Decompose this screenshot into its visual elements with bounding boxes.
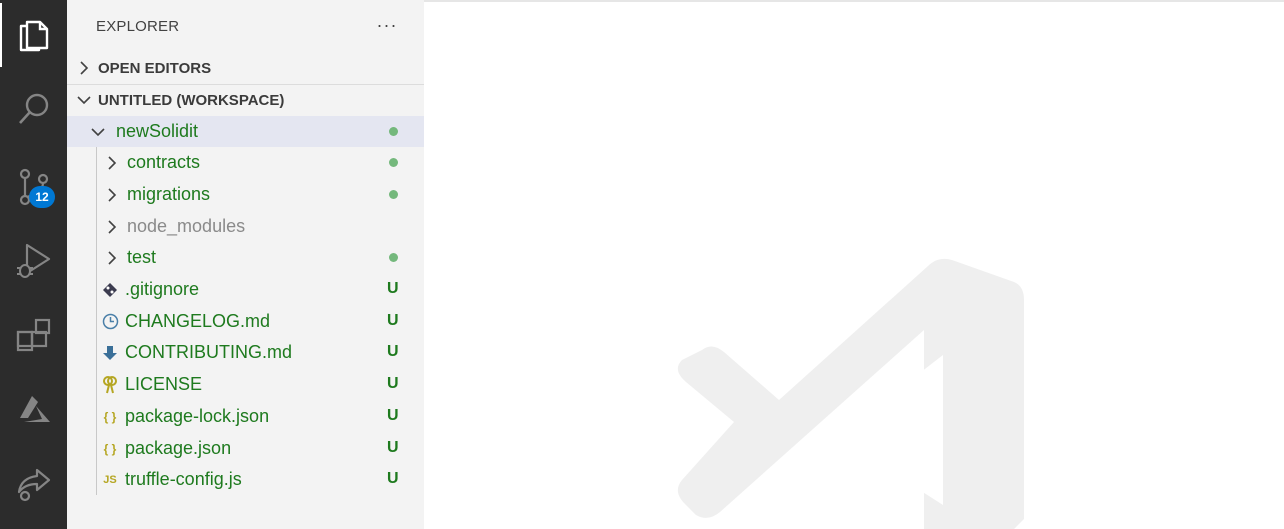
tree-label: CONTRIBUTING.md xyxy=(125,342,293,362)
tree-file-contributing[interactable]: CONTRIBUTING.md U xyxy=(67,337,424,368)
modified-dot xyxy=(389,158,398,167)
explorer-sidebar: EXPLORER ··· OPEN EDITORS UNTITLED (WORK… xyxy=(67,0,424,529)
chevron-right-icon xyxy=(67,61,98,75)
tree-file-gitignore[interactable]: .gitignore U xyxy=(67,274,424,305)
untracked-status: U xyxy=(387,470,399,487)
tree-file-truffle-config[interactable]: JS truffle-config.js U xyxy=(67,464,424,495)
live-share-activity[interactable] xyxy=(0,452,67,516)
js-icon: JS xyxy=(103,473,117,486)
extensions-activity[interactable] xyxy=(0,304,67,368)
tree-label: truffle-config.js xyxy=(125,469,242,489)
search-icon xyxy=(18,93,48,124)
chevron-right-icon xyxy=(103,250,121,265)
clock-icon xyxy=(101,313,119,330)
explorer-title: EXPLORER xyxy=(96,18,180,35)
more-actions-button[interactable]: ··· xyxy=(372,12,402,38)
tree-label: package.json xyxy=(125,438,232,458)
download-arrow-icon xyxy=(101,345,119,361)
activity-bar: 12 xyxy=(0,0,67,529)
chevron-down-icon xyxy=(89,127,107,137)
chevron-right-icon xyxy=(103,155,121,170)
json-icon: { } xyxy=(103,441,117,456)
open-editors-section[interactable]: OPEN EDITORS xyxy=(67,53,424,83)
untracked-status: U xyxy=(387,375,399,392)
tree-folder-test[interactable]: test xyxy=(67,242,424,273)
tree-label: package-lock.json xyxy=(125,406,270,426)
modified-dot xyxy=(389,190,398,199)
json-icon: { } xyxy=(103,409,117,424)
vscode-watermark-logo xyxy=(677,258,1024,529)
search-activity[interactable] xyxy=(0,77,67,141)
tree-file-package-lock[interactable]: { } package-lock.json U xyxy=(67,401,424,432)
chevron-right-icon xyxy=(103,187,121,202)
tree-folder-migrations[interactable]: migrations xyxy=(67,179,424,210)
live-share-icon xyxy=(17,468,50,502)
tree-label: node_modules xyxy=(127,216,246,236)
run-debug-icon xyxy=(16,243,50,278)
source-control-badge: 12 xyxy=(29,186,55,208)
run-debug-activity[interactable] xyxy=(0,229,67,293)
tree-label: newSolidit xyxy=(116,121,199,141)
workspace-label: UNTITLED (WORKSPACE) xyxy=(98,91,285,109)
tree-folder-node-modules[interactable]: node_modules xyxy=(67,211,424,242)
files-icon xyxy=(19,20,48,52)
tree-label: contracts xyxy=(127,152,201,172)
untracked-status: U xyxy=(387,407,399,424)
untracked-status: U xyxy=(387,343,399,360)
key-icon xyxy=(101,375,119,394)
azure-icon xyxy=(19,396,50,422)
open-editors-label: OPEN EDITORS xyxy=(98,59,212,77)
editor-area xyxy=(424,0,1284,529)
untracked-status: U xyxy=(387,439,399,456)
tree-file-license[interactable]: LICENSE U xyxy=(67,369,424,400)
explorer-activity[interactable] xyxy=(0,3,67,67)
tree-label: CHANGELOG.md xyxy=(125,311,271,331)
tree-file-package[interactable]: { } package.json U xyxy=(67,433,424,464)
tree-label: .gitignore xyxy=(125,279,200,299)
tree-label: migrations xyxy=(127,184,211,204)
extensions-icon xyxy=(16,318,50,352)
chevron-right-icon xyxy=(103,219,121,234)
azure-activity[interactable] xyxy=(0,378,67,442)
untracked-status: U xyxy=(387,312,399,329)
git-icon xyxy=(101,282,119,298)
tree-file-changelog[interactable]: CHANGELOG.md U xyxy=(67,306,424,337)
modified-dot xyxy=(389,127,398,136)
tree-folder-newsolidit[interactable]: newSolidit xyxy=(67,116,424,147)
tree-label: test xyxy=(127,247,157,267)
chevron-down-icon xyxy=(67,95,98,105)
tree-folder-contracts[interactable]: contracts xyxy=(67,147,424,178)
modified-dot xyxy=(389,253,398,262)
workspace-section[interactable]: UNTITLED (WORKSPACE) xyxy=(67,85,424,115)
untracked-status: U xyxy=(387,280,399,297)
tree-label: LICENSE xyxy=(125,374,203,394)
